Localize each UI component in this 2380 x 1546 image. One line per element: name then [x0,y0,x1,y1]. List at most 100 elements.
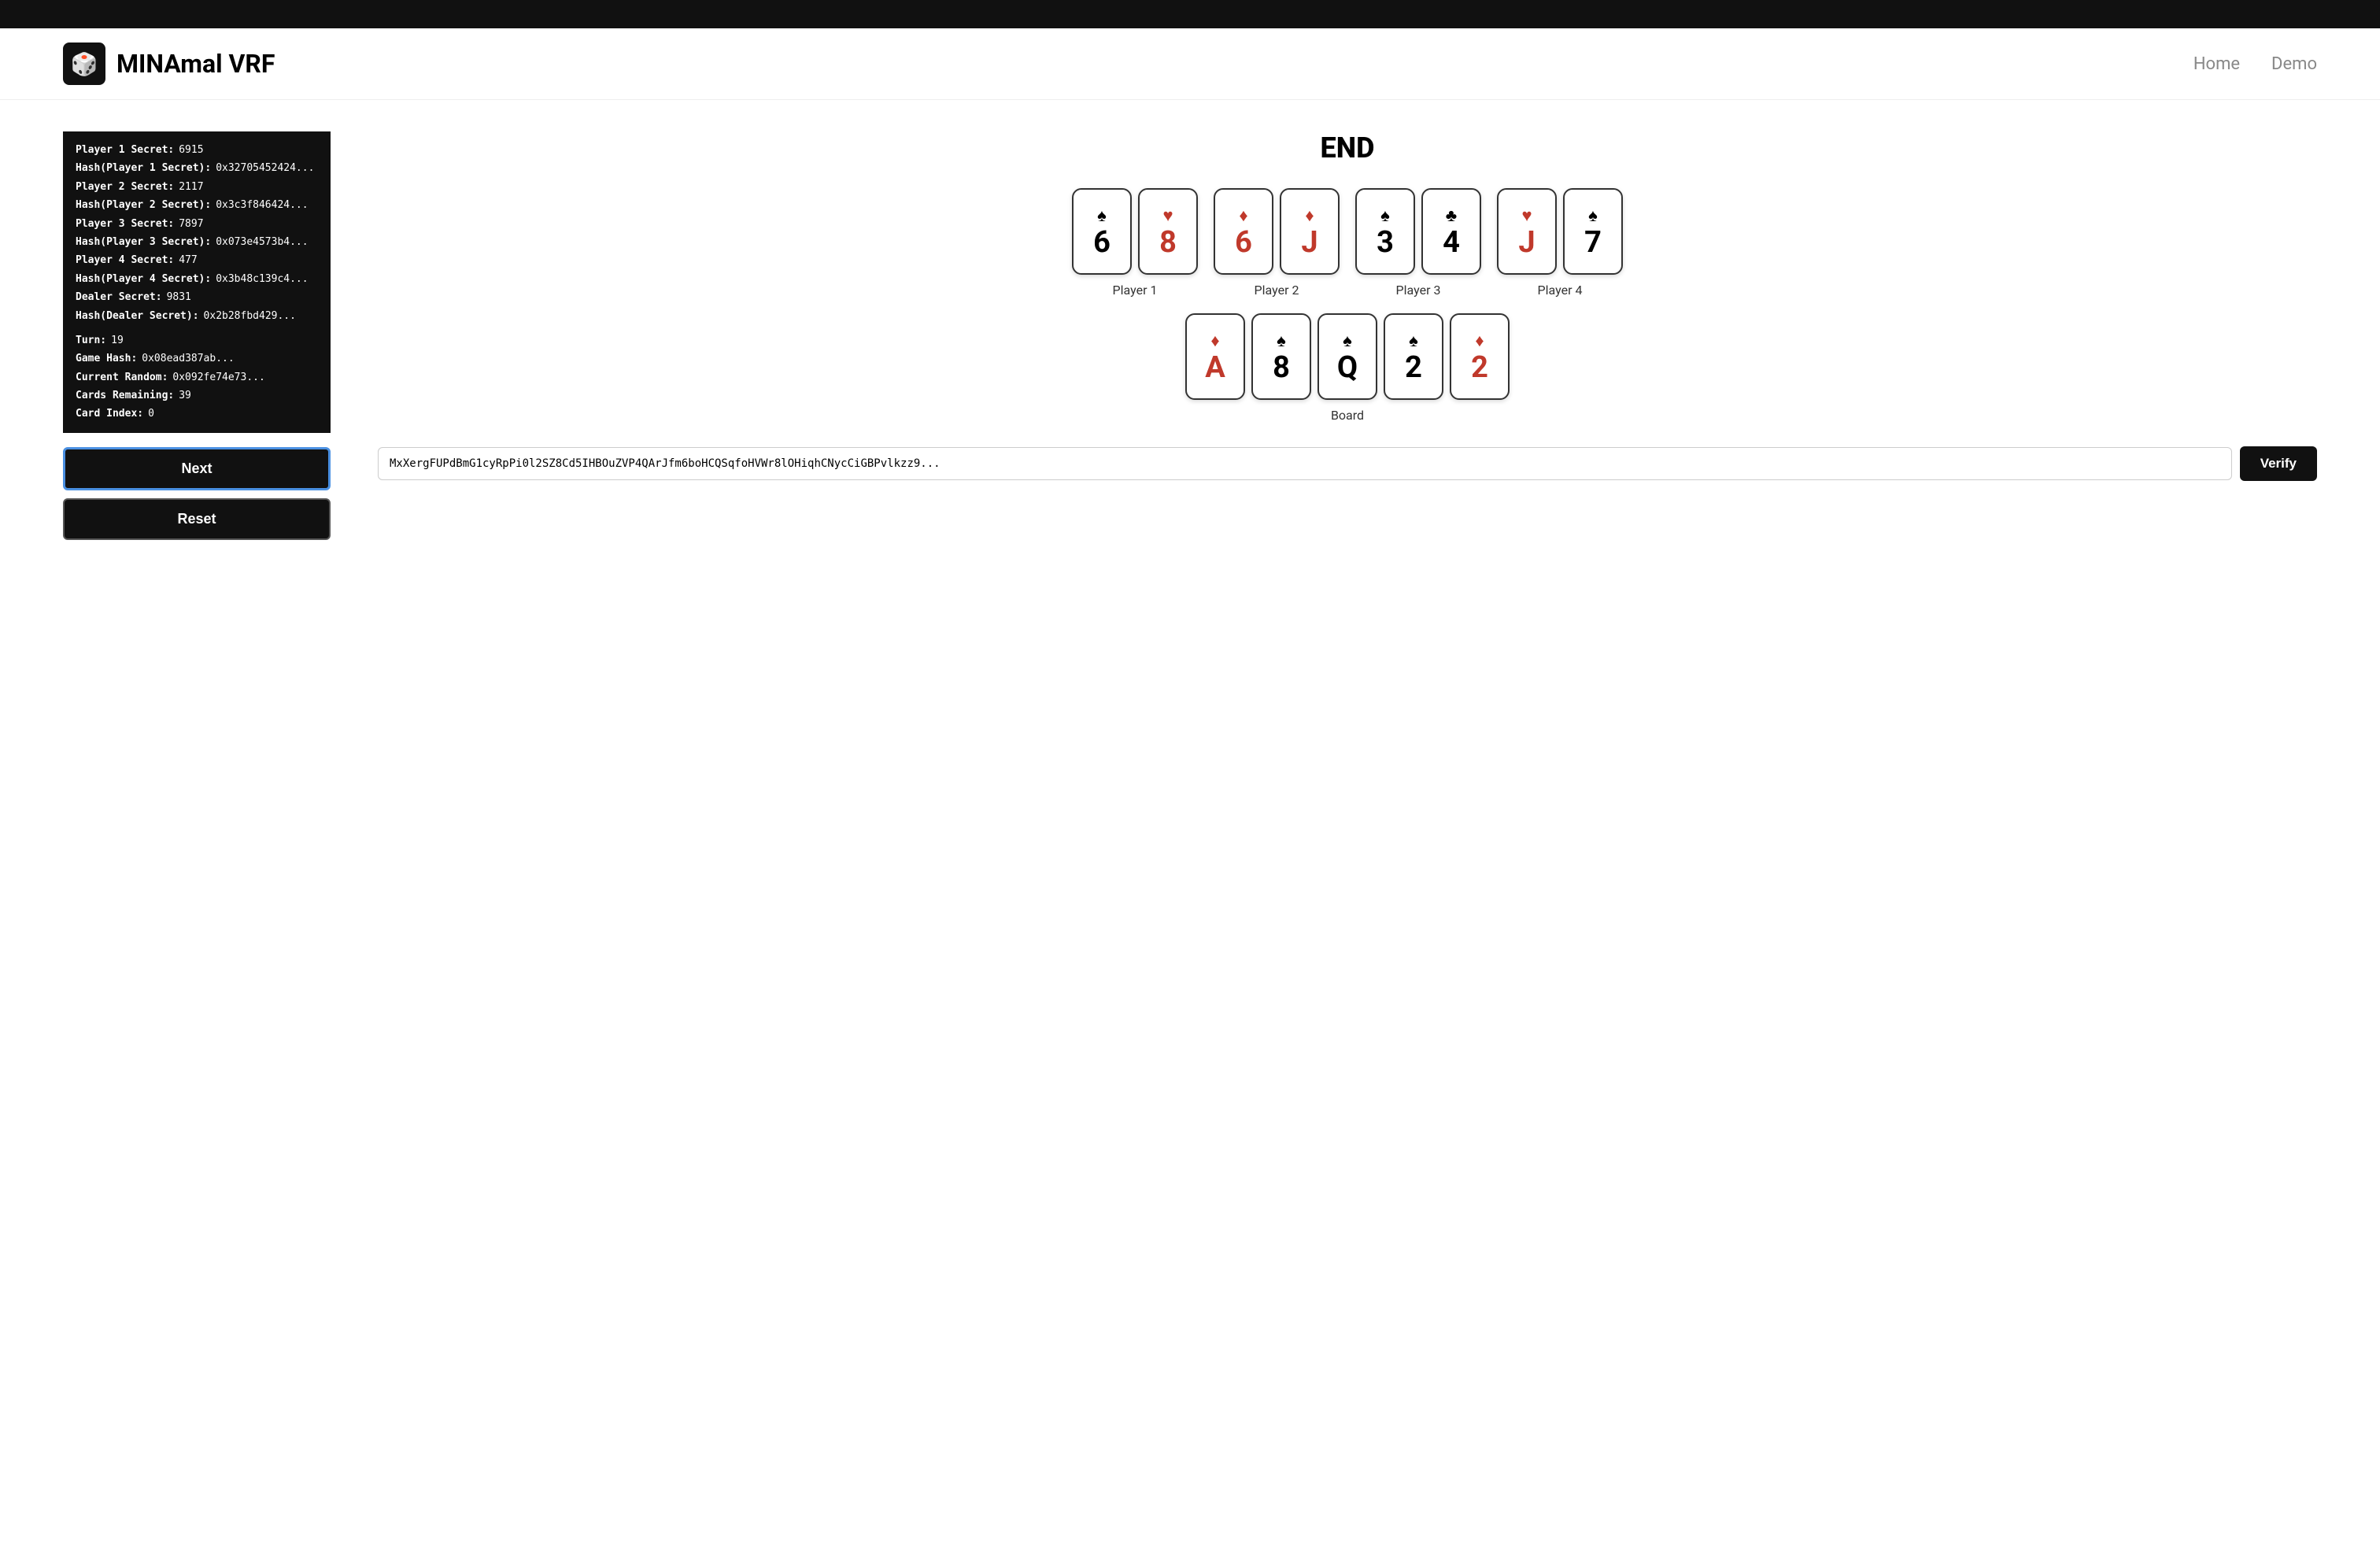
players-row: ♠ 6 ♥ 8 Player 1 ♦ 6 ♦ J Player 2 ♠ 3 ♣ … [378,188,2317,298]
card-suit: ♦ [1475,331,1484,351]
card-suit: ♠ [1343,331,1352,351]
card-suit: ♠ [1588,205,1598,226]
info-value: 9831 [167,288,191,306]
verify-button[interactable]: Verify [2240,446,2317,481]
board-card-1: ♦ A [1185,313,1245,400]
section-title: END [378,131,2317,165]
info-label: Hash(Player 2 Secret): [76,196,211,214]
brand: 🎲 MINAmal VRF [63,43,275,85]
player-3-card-2: ♣ 4 [1421,188,1481,275]
info-row: Player 1 Secret: 6915 [76,141,318,159]
player-1-cards: ♠ 6 ♥ 8 [1072,188,1198,275]
card-suit: ♠ [1409,331,1418,351]
verify-input[interactable] [378,447,2232,480]
player-4-cards: ♥ J ♠ 7 [1497,188,1623,275]
card-value: 8 [1159,227,1177,257]
board-label: Board [1331,408,1364,423]
info-row: Card Index: 0 [76,405,318,423]
info-row: Hash(Player 3 Secret): 0x073e4573b4... [76,233,318,251]
info-label: Cards Remaining: [76,386,174,405]
card-value: 2 [1471,353,1488,383]
info-value: 0 [148,405,154,423]
card-value: 6 [1093,227,1111,257]
player-group-2: ♦ 6 ♦ J Player 2 [1214,188,1340,298]
info-label: Turn: [76,331,106,350]
board-card-4: ♠ 2 [1384,313,1443,400]
info-row: Dealer Secret: 9831 [76,288,318,306]
board-card-2: ♠ 8 [1251,313,1311,400]
info-value: 0x08ead387ab... [142,350,234,368]
player-1-card-2: ♥ 8 [1138,188,1198,275]
card-suit: ♦ [1305,205,1314,226]
player-3-label: Player 3 [1396,283,1441,298]
info-value: 477 [179,251,197,269]
info-label: Hash(Dealer Secret): [76,307,199,325]
info-row: Hash(Player 1 Secret): 0x32705452424... [76,159,318,177]
player-3-card-1: ♠ 3 [1355,188,1415,275]
info-row: Game Hash: 0x08ead387ab... [76,350,318,368]
player-group-3: ♠ 3 ♣ 4 Player 3 [1355,188,1481,298]
info-label: Dealer Secret: [76,288,162,306]
nav-links: Home Demo [2193,54,2317,74]
board-card-5: ♦ 2 [1450,313,1510,400]
info-row: Player 2 Secret: 2117 [76,178,318,196]
card-value: J [1301,227,1318,257]
info-label: Player 1 Secret: [76,141,174,159]
brand-name: MINAmal VRF [116,49,275,79]
player-1-card-1: ♠ 6 [1072,188,1132,275]
nav-demo[interactable]: Demo [2271,54,2317,74]
player-group-4: ♥ J ♠ 7 Player 4 [1497,188,1623,298]
info-value: 7897 [179,215,203,233]
info-value: 39 [179,386,191,405]
info-label: Game Hash: [76,350,137,368]
card-value: J [1518,227,1535,257]
verify-row: Verify [378,446,2317,481]
card-value: 8 [1273,353,1290,383]
player-3-cards: ♠ 3 ♣ 4 [1355,188,1481,275]
next-button[interactable]: Next [63,447,331,490]
info-row: Hash(Player 2 Secret): 0x3c3f846424... [76,196,318,214]
info-table: Player 1 Secret: 6915 Hash(Player 1 Secr… [63,131,331,433]
left-panel: Player 1 Secret: 6915 Hash(Player 1 Secr… [63,131,331,540]
logo-icon: 🎲 [63,43,105,85]
info-value: 0x092fe74e73... [172,368,264,386]
info-label: Hash(Player 4 Secret): [76,270,211,288]
player-2-card-1: ♦ 6 [1214,188,1273,275]
player-4-card-1: ♥ J [1497,188,1557,275]
card-value: 7 [1584,227,1602,257]
right-panel: END ♠ 6 ♥ 8 Player 1 ♦ 6 ♦ J Player 2 ♠ … [378,131,2317,481]
info-value: 0x3c3f846424... [216,196,308,214]
info-value: 19 [111,331,124,350]
player-4-label: Player 4 [1538,283,1583,298]
top-bar [0,0,2380,28]
board-section: ♦ A ♠ 8 ♠ Q ♠ 2 ♦ 2 Board [378,313,2317,423]
info-value: 0x2b28fbd429... [204,307,296,325]
info-label: Card Index: [76,405,143,423]
card-suit: ♦ [1210,331,1219,351]
info-row: Player 4 Secret: 477 [76,251,318,269]
card-value: 6 [1235,227,1252,257]
reset-button[interactable]: Reset [63,498,331,540]
player-1-label: Player 1 [1113,283,1158,298]
nav-home[interactable]: Home [2193,54,2240,74]
info-value: 6915 [179,141,203,159]
player-group-1: ♠ 6 ♥ 8 Player 1 [1072,188,1198,298]
info-row: Hash(Player 4 Secret): 0x3b48c139c4... [76,270,318,288]
card-value: Q [1337,353,1358,383]
info-label: Current Random: [76,368,168,386]
info-row: Current Random: 0x092fe74e73... [76,368,318,386]
card-suit: ♥ [1162,205,1173,226]
navbar: 🎲 MINAmal VRF Home Demo [0,28,2380,100]
card-suit: ♦ [1239,205,1247,226]
info-value: 0x3b48c139c4... [216,270,308,288]
card-suit: ♠ [1097,205,1107,226]
board-cards: ♦ A ♠ 8 ♠ Q ♠ 2 ♦ 2 [1185,313,1510,400]
card-value: 4 [1443,227,1460,257]
info-label: Hash(Player 3 Secret): [76,233,211,251]
info-value: 0x073e4573b4... [216,233,308,251]
info-row: Hash(Dealer Secret): 0x2b28fbd429... [76,307,318,325]
card-suit: ♥ [1521,205,1532,226]
card-suit: ♠ [1277,331,1286,351]
player-2-label: Player 2 [1255,283,1299,298]
info-row: Cards Remaining: 39 [76,386,318,405]
